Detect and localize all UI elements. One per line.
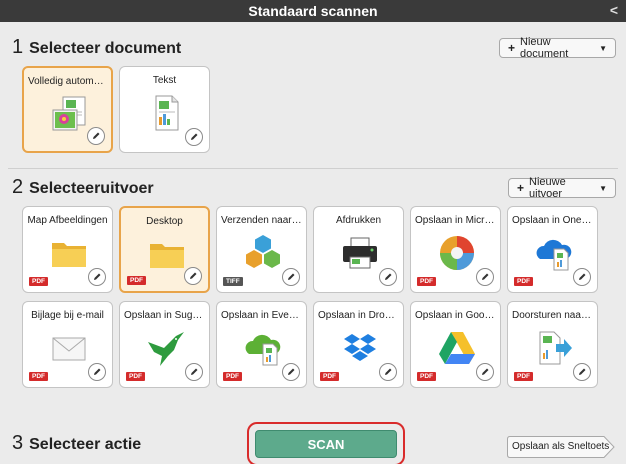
hummingbird-icon <box>146 328 186 368</box>
pdf-badge: PDF <box>127 276 146 285</box>
new-document-button[interactable]: + Nieuw document ▼ <box>499 36 616 60</box>
scan-button-highlight: SCAN <box>247 422 405 464</box>
card-label: Map Afbeeldingen <box>27 215 108 226</box>
card-label: Verzenden naar eC... <box>221 215 302 226</box>
section-title: Selecteer document <box>29 40 182 57</box>
edit-pencil-icon[interactable] <box>185 363 203 381</box>
output-card-forward[interactable]: Doorsturen naar t... PDF <box>507 301 598 388</box>
pdf-badge: PDF <box>320 372 339 381</box>
caret-down-icon: ▼ <box>599 43 607 53</box>
pdf-badge: PDF <box>223 372 242 381</box>
card-label: Opslaan in OneDri... <box>512 215 593 226</box>
output-card-sugarsync[interactable]: Opslaan in SugarS... PDF <box>119 301 210 388</box>
step-number: 3 <box>12 432 24 454</box>
document-card-text[interactable]: Tekst <box>119 66 210 153</box>
document-card-auto[interactable]: Volledig automatis... <box>22 66 113 153</box>
text-document-icon <box>146 93 186 133</box>
pdf-badge: PDF <box>29 372 48 381</box>
output-card-evernote[interactable]: Opslaan in Evernote PDF <box>216 301 307 388</box>
step-number: 1 <box>12 36 24 58</box>
caret-down-icon: ▼ <box>599 183 607 193</box>
pdf-badge: PDF <box>29 277 48 286</box>
folder-icon <box>147 234 187 274</box>
evernote-cloud-icon <box>243 328 283 368</box>
title-bar: Standaard scannen < <box>0 0 626 22</box>
card-label: Opslaan in SugarS... <box>124 310 205 321</box>
dropbox-icon <box>340 328 380 368</box>
card-label: Opslaan in Micros... <box>415 215 496 226</box>
edit-pencil-icon[interactable] <box>379 363 397 381</box>
section-select-document-header: 1 Selecteer document <box>12 36 181 59</box>
output-card-print[interactable]: Afdrukken <box>313 206 404 293</box>
output-card-dropbox[interactable]: Opslaan in Dropbox PDF <box>313 301 404 388</box>
card-label: Opslaan in Dropbox <box>318 310 399 321</box>
output-card-email-attachment[interactable]: Bijlage bij e-mail PDF <box>22 301 113 388</box>
output-card-pictures-folder[interactable]: Map Afbeeldingen PDF <box>22 206 113 293</box>
card-label: Desktop <box>146 216 183 227</box>
card-label: Tekst <box>152 75 177 86</box>
card-label: Doorsturen naar t... <box>512 310 593 321</box>
edit-pencil-icon[interactable] <box>88 363 106 381</box>
google-drive-icon <box>437 328 477 368</box>
edit-pencil-icon[interactable] <box>185 128 203 146</box>
output-card-send-to[interactable]: Verzenden naar eC... TIFF <box>216 206 307 293</box>
section-title: Selecteer actie <box>29 436 142 453</box>
auto-document-icon <box>50 94 90 134</box>
output-card-onedrive[interactable]: Opslaan in OneDri... PDF <box>507 206 598 293</box>
output-card-sharepoint[interactable]: Opslaan in Micros... PDF <box>410 206 501 293</box>
onedrive-icon <box>534 233 574 273</box>
save-as-shortcut-button[interactable]: Opslaan als Sneltoets <box>507 436 615 458</box>
plus-icon: + <box>508 41 516 55</box>
card-label: Bijlage bij e-mail <box>31 310 104 321</box>
card-label: Opslaan in Evernote <box>221 310 302 321</box>
edit-pencil-icon[interactable] <box>88 268 106 286</box>
printer-icon <box>340 233 380 273</box>
hexagon-app-icon <box>243 233 283 273</box>
envelope-icon <box>49 328 89 368</box>
edit-pencil-icon[interactable] <box>379 268 397 286</box>
output-card-google-drive[interactable]: Opslaan in Google... PDF <box>410 301 501 388</box>
edit-pencil-icon[interactable] <box>87 127 105 145</box>
section-divider <box>8 168 618 169</box>
plus-icon: + <box>517 181 525 195</box>
scan-button[interactable]: SCAN <box>255 430 397 458</box>
pdf-badge: PDF <box>514 372 533 381</box>
output-card-desktop[interactable]: Desktop PDF <box>119 206 210 293</box>
pdf-badge: PDF <box>417 277 436 286</box>
card-label: Afdrukken <box>335 215 382 226</box>
new-output-button[interactable]: + Nieuwe uitvoer ▼ <box>508 176 616 200</box>
sharepoint-icon <box>437 233 477 273</box>
new-document-label: Nieuw document <box>520 36 569 60</box>
edit-pencil-icon[interactable] <box>184 267 202 285</box>
save-as-shortcut-label: Opslaan als Sneltoets <box>512 441 610 452</box>
pdf-badge: PDF <box>417 372 436 381</box>
collapse-chevron-icon[interactable]: < <box>610 2 618 18</box>
new-output-label: Nieuwe uitvoer <box>529 176 566 200</box>
pdf-badge: PDF <box>514 277 533 286</box>
section-select-action-header: 3 Selecteer actie <box>12 432 141 455</box>
tiff-badge: TIFF <box>223 277 243 286</box>
edit-pencil-icon[interactable] <box>573 268 591 286</box>
edit-pencil-icon[interactable] <box>282 363 300 381</box>
pdf-badge: PDF <box>126 372 145 381</box>
edit-pencil-icon[interactable] <box>282 268 300 286</box>
edit-pencil-icon[interactable] <box>476 363 494 381</box>
edit-pencil-icon[interactable] <box>573 363 591 381</box>
step-number: 2 <box>12 176 24 198</box>
window-title: Standaard scannen <box>248 3 378 19</box>
section-title: Selecteeruitvoer <box>29 180 154 197</box>
edit-pencil-icon[interactable] <box>476 268 494 286</box>
card-label: Opslaan in Google... <box>415 310 496 321</box>
section-select-output-header: 2 Selecteeruitvoer <box>12 176 154 199</box>
forward-document-icon <box>534 328 574 368</box>
card-label: Volledig automatis... <box>28 76 107 87</box>
folder-icon <box>49 233 89 273</box>
